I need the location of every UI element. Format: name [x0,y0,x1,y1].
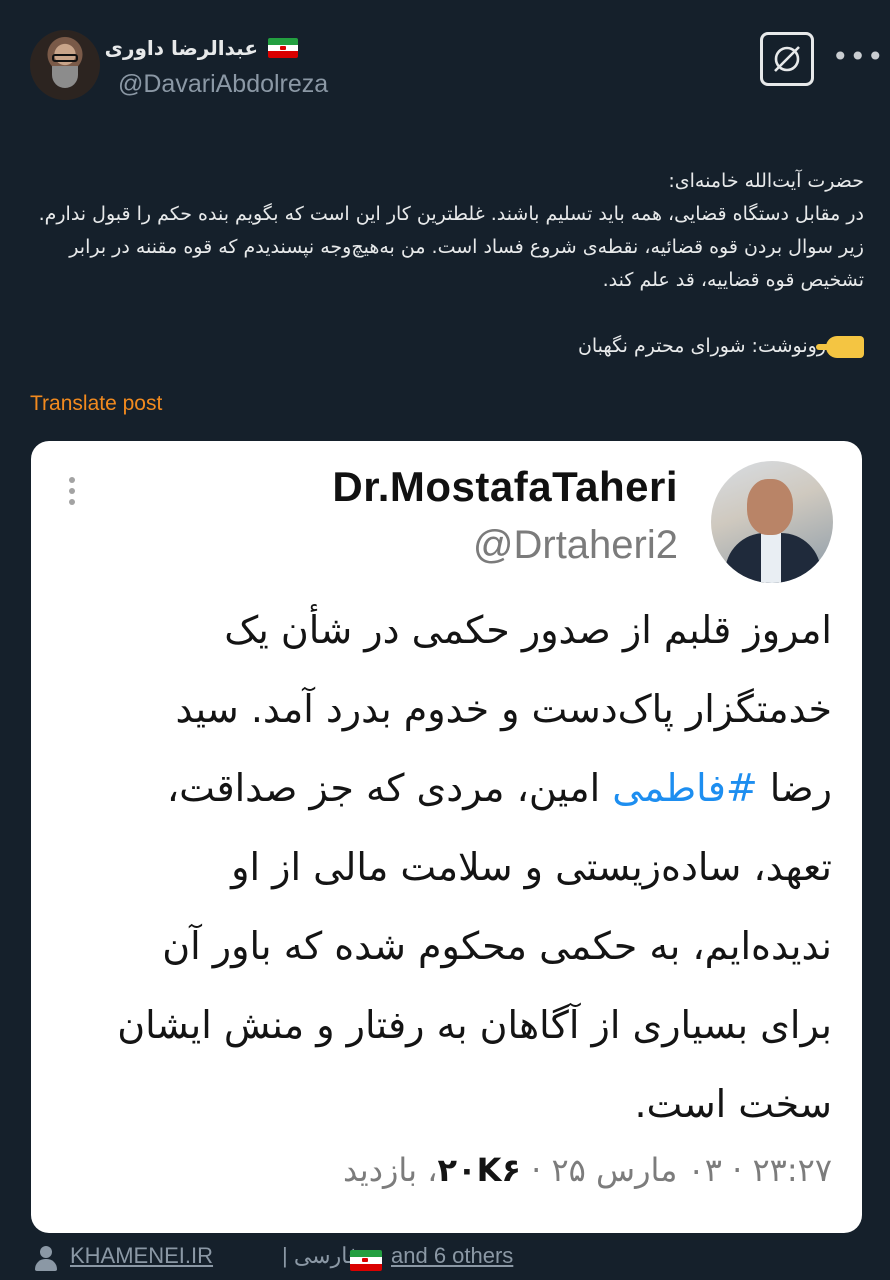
quoted-hashtag: #فاطمی [612,766,758,810]
post-cc-line: رونوشت: شورای محترم نگهبان [577,335,826,357]
author-avatar[interactable] [30,30,100,100]
quoted-meta: ۲۳:۲۷ · ۰۳ مارس ۲۵ · ۲۰K۶، بازدید [72,1151,832,1189]
quoted-handle: @Drtaheri2 [472,523,678,567]
avatar-glasses [52,54,78,62]
iran-flag-icon [350,1250,382,1271]
footer-source-link[interactable]: KHAMENEI.IR [70,1243,213,1269]
card-more-icon [69,477,77,510]
more-icon[interactable]: ••• [832,40,885,73]
iran-flag-icon [268,38,298,58]
quoted-meta-views: ۲۰K۶ [437,1151,521,1189]
post-text: حضرت آیت‌الله خامنه‌ای: در مقابل دستگاه … [34,132,864,363]
author-name[interactable]: عبدالرضا داوری [105,36,258,60]
post-body: حضرت آیت‌الله خامنه‌ای: در مقابل دستگاه … [38,170,864,291]
footer-others-link[interactable]: and 6 others [391,1243,513,1269]
grok-button[interactable] [760,32,814,86]
backhand-index-pointing-left-icon [816,335,864,358]
quoted-name: Dr.MostafaTaheri [332,463,678,510]
author-handle[interactable]: @DavariAbdolreza [118,70,328,99]
quoted-body: امروز قلبم از صدور حکمی در شأن یک خدمتگز… [102,591,832,1144]
grok-icon [774,46,800,72]
footer-language: | فارسی [282,1243,359,1268]
quoted-tweet-image[interactable]: Dr.MostafaTaheri @Drtaheri2 امروز قلبم ا… [31,441,862,1233]
quoted-meta-views-label: ، بازدید [342,1151,438,1189]
translate-post-link[interactable]: Translate post [30,392,162,416]
quoted-avatar [711,461,833,583]
quoted-meta-time: ۲۳:۲۷ · ۰۳ مارس ۲۵ · [520,1151,832,1189]
avatar-beard [52,66,78,88]
person-icon [34,1246,58,1272]
quoted-body-end: امین، مردی که جز صداقت، تعهد، ساده‌زیستی… [117,766,832,1126]
